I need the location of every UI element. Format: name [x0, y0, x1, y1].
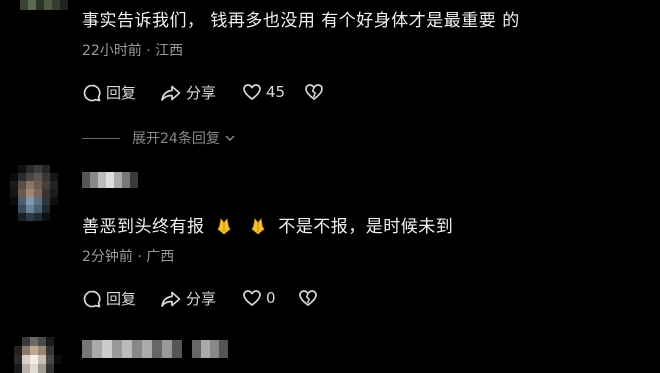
avatar[interactable] — [10, 165, 66, 221]
username[interactable] — [82, 172, 138, 188]
share-label: 分享 — [186, 290, 217, 308]
dislike-button[interactable] — [298, 288, 318, 308]
comment-meta: 22小时前 · 江西 — [82, 43, 184, 59]
avatar[interactable] — [14, 337, 62, 373]
reply-label: 回复 — [106, 290, 137, 308]
comment-text: 事实告诉我们， 钱再多也没用 有个好身体才是最重要 的 — [82, 11, 520, 31]
dislike-button[interactable] — [304, 82, 324, 102]
reply-label: 回复 — [106, 84, 137, 102]
like-button[interactable]: 0 — [242, 288, 276, 308]
divider — [82, 137, 120, 139]
comment-text: 善恶到头终有报 不是不报，是时候未到 — [82, 212, 453, 237]
reply-button[interactable]: 回复 — [82, 82, 136, 103]
expand-replies-button[interactable]: 展开24条回复 — [82, 128, 237, 148]
heart-icon — [243, 290, 261, 306]
praying-hands-emoji — [251, 218, 265, 235]
share-button[interactable]: 分享 — [160, 288, 216, 309]
comment-text-part2: 不是不报，是时候未到 — [278, 217, 454, 237]
praying-hands-emoji — [217, 218, 231, 235]
chevron-down-icon — [225, 135, 235, 142]
comment-bubble-icon — [83, 84, 101, 101]
comment-text-part1: 善恶到头终有报 — [82, 217, 205, 237]
share-label: 分享 — [186, 84, 217, 102]
broken-heart-icon — [299, 290, 317, 306]
comment-bubble-icon — [83, 290, 101, 307]
like-count: 0 — [266, 289, 276, 307]
share-arrow-icon — [161, 85, 181, 101]
share-arrow-icon — [161, 291, 181, 307]
like-count: 45 — [266, 83, 286, 101]
like-button[interactable]: 45 — [242, 82, 285, 102]
expand-label: 展开24条回复 — [132, 131, 220, 147]
share-button[interactable]: 分享 — [160, 82, 216, 103]
heart-icon — [243, 84, 261, 100]
comment-meta: 2分钟前 · 广西 — [82, 249, 175, 265]
avatar[interactable] — [20, 0, 68, 10]
user-badge — [192, 340, 228, 358]
reply-button[interactable]: 回复 — [82, 288, 136, 309]
broken-heart-icon — [305, 84, 323, 100]
username[interactable] — [82, 340, 182, 358]
